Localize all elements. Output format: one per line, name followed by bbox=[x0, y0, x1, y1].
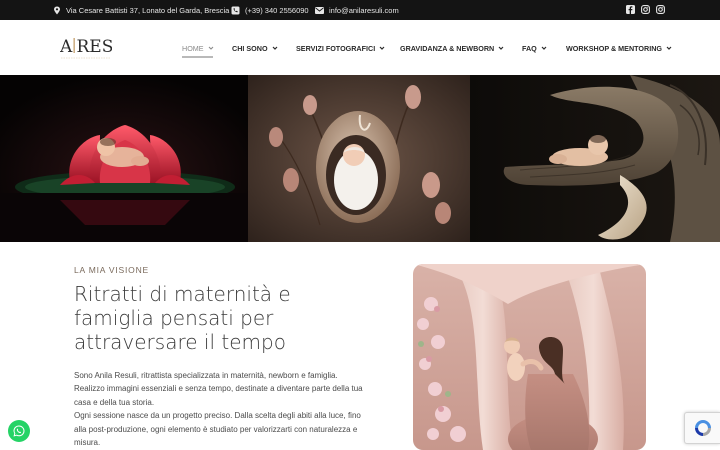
nav-workshop-mentoring[interactable]: WORKSHOP & MENTORING bbox=[566, 42, 672, 54]
nav-servizi-fotografici[interactable]: SERVIZI FOTOGRAFICI bbox=[296, 42, 385, 54]
logo-mark: A RES bbox=[59, 37, 113, 59]
banner-image-elephant bbox=[470, 75, 720, 242]
phone[interactable]: (+39) 340 2556090 bbox=[231, 0, 309, 20]
nav-home-label: HOME bbox=[182, 43, 204, 53]
nav-faq[interactable]: FAQ bbox=[522, 42, 547, 54]
svg-text:RES: RES bbox=[77, 37, 113, 57]
chevron-down-icon bbox=[272, 46, 277, 50]
nav-active-underline bbox=[182, 56, 213, 58]
nav-servizi-label: SERVIZI FOTOGRAFICI bbox=[296, 43, 376, 53]
email[interactable]: info@anilaresuli.com bbox=[315, 0, 399, 20]
whatsapp-icon bbox=[13, 425, 25, 437]
nav-gravidanza-label: GRAVIDANZA & NEWBORN bbox=[400, 43, 495, 53]
chevron-down-icon bbox=[666, 46, 672, 50]
envelope-icon bbox=[315, 6, 324, 15]
nav-home[interactable]: HOME bbox=[182, 42, 214, 54]
logo[interactable]: A RES bbox=[59, 35, 113, 61]
nav-gravidanza-newborn[interactable]: GRAVIDANZA & NEWBORN bbox=[400, 42, 504, 54]
recaptcha-icon bbox=[694, 420, 711, 436]
banner-image-lotus bbox=[0, 75, 248, 242]
section-headline: Ritratti di maternità e famiglia pensati… bbox=[74, 282, 291, 354]
hero-banner bbox=[0, 75, 720, 242]
site-header: A RES HOME CHI SONO SERVIZI FOTOGRAFICI … bbox=[0, 20, 720, 75]
instagram-icon[interactable] bbox=[656, 5, 665, 14]
mother-child-photo bbox=[413, 264, 646, 450]
phone-icon bbox=[231, 6, 240, 15]
chevron-down-icon bbox=[379, 46, 385, 50]
body-paragraph: Realizzo immagini essenziali e senza tem… bbox=[74, 384, 363, 407]
svg-text:A: A bbox=[60, 37, 73, 57]
chevron-down-icon bbox=[498, 46, 504, 50]
instagram-icon[interactable] bbox=[641, 5, 650, 14]
recaptcha-badge[interactable] bbox=[684, 412, 720, 444]
phone-text[interactable]: (+39) 340 2556090 bbox=[245, 6, 309, 15]
nav-chi-sono-label: CHI SONO bbox=[232, 43, 268, 53]
whatsapp-button[interactable] bbox=[8, 420, 30, 442]
email-text[interactable]: info@anilaresuli.com bbox=[329, 6, 399, 15]
address: Via Cesare Battisti 37, Lonato del Garda… bbox=[52, 0, 229, 20]
section-eyebrow: LA MIA VISIONE bbox=[74, 265, 149, 275]
body-paragraph: Sono Anila Resuli, ritrattista specializ… bbox=[74, 371, 338, 380]
chevron-down-icon bbox=[208, 46, 213, 50]
banner-image-egg bbox=[248, 75, 470, 242]
chevron-down-icon bbox=[541, 46, 547, 50]
nav-chi-sono[interactable]: CHI SONO bbox=[232, 42, 278, 54]
facebook-icon[interactable] bbox=[626, 5, 635, 14]
nav-faq-label: FAQ bbox=[522, 43, 537, 53]
nav-workshop-label: WORKSHOP & MENTORING bbox=[566, 43, 662, 53]
location-pin-icon bbox=[52, 6, 61, 15]
address-text: Via Cesare Battisti 37, Lonato del Garda… bbox=[66, 5, 230, 15]
body-paragraph: Ogni sessione nasce da un progetto preci… bbox=[74, 411, 361, 448]
top-bar: Via Cesare Battisti 37, Lonato del Garda… bbox=[0, 0, 720, 20]
section-body: Sono Anila Resuli, ritrattista specializ… bbox=[74, 369, 374, 449]
